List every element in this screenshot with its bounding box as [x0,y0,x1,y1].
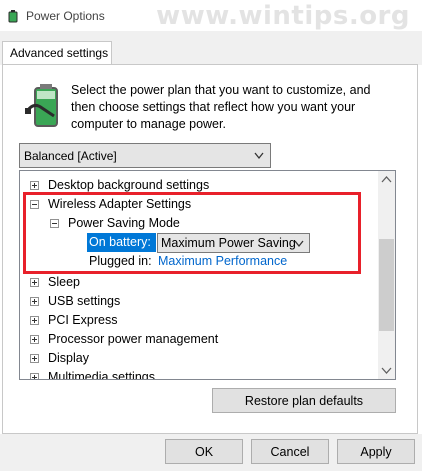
scroll-up-button[interactable] [378,171,395,188]
tree-item-label: Multimedia settings [48,370,155,380]
battery-icon [25,84,58,127]
power-plan-value: Balanced [Active] [24,149,117,163]
tree-item-label: Display [48,351,89,365]
intro-text: Select the power plan that you want to c… [71,83,371,131]
window-title: Power Options [26,9,105,23]
chevron-up-icon [381,176,392,183]
expand-icon[interactable] [30,181,39,190]
tree-item-label: PCI Express [48,313,118,327]
scroll-down-button[interactable] [378,362,395,379]
highlight-box [23,192,361,274]
power-options-icon [8,10,18,23]
expand-icon[interactable] [30,278,39,287]
chevron-down-icon [254,152,264,160]
power-plan-select[interactable]: Balanced [Active] [19,143,271,168]
tab-advanced-settings[interactable]: Advanced settings [2,41,112,66]
expand-icon[interactable] [30,354,39,363]
cancel-button[interactable]: Cancel [251,439,329,464]
scroll-thumb[interactable] [379,239,394,331]
tree-scrollbar[interactable] [378,171,395,379]
tree-item-label: USB settings [48,294,121,308]
restore-defaults-button[interactable]: Restore plan defaults [212,388,396,413]
tab-strip: Advanced settings [0,31,422,66]
tree-item-label: Desktop background settings [48,178,210,192]
watermark: www.wintips.org [156,1,410,31]
ok-button[interactable]: OK [165,439,243,464]
apply-button[interactable]: Apply [337,439,415,464]
expand-icon[interactable] [30,316,39,325]
tree-item-label: Processor power management [48,332,219,346]
expand-icon[interactable] [30,373,39,379]
chevron-down-icon [381,367,392,374]
title-bar: Power Options www.wintips.org [0,0,422,31]
tree-item-label: Sleep [48,275,80,289]
expand-icon[interactable] [30,335,39,344]
expand-icon[interactable] [30,297,39,306]
